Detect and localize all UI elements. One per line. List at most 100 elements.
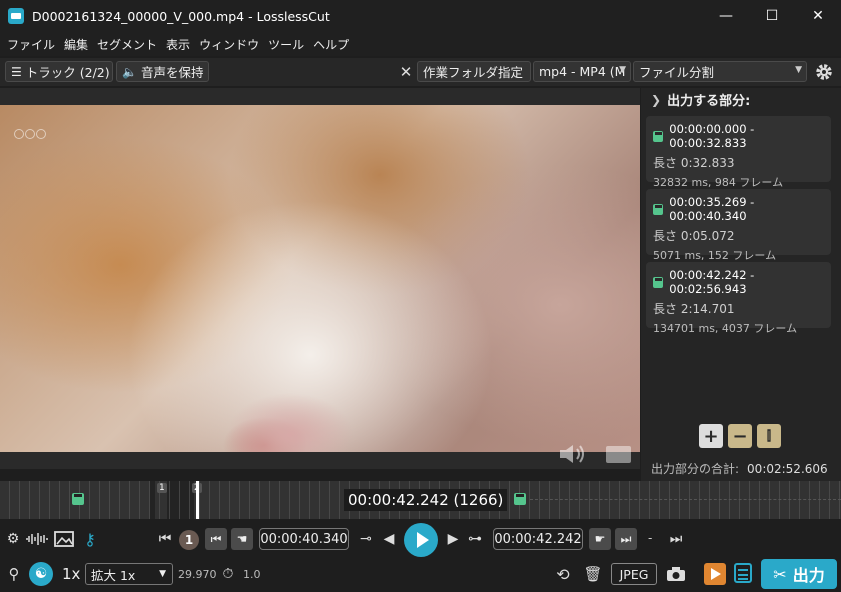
export-button[interactable]: ✂ 出力 bbox=[761, 559, 837, 589]
format-value: mp4 - MP4 (M bbox=[539, 64, 626, 79]
list-icon: ☰ bbox=[11, 64, 22, 79]
menu-window[interactable]: ウィンドウ bbox=[196, 36, 262, 53]
segment-marker[interactable]: 1 bbox=[157, 483, 167, 493]
segment-range: 00:00:35.269 - 00:00:40.340 bbox=[669, 195, 755, 223]
menu-help[interactable]: ヘルプ bbox=[310, 36, 352, 53]
menu-edit[interactable]: 編集 bbox=[61, 36, 91, 53]
chevron-down-icon: ▼ bbox=[619, 65, 626, 75]
scissors-icon: ✂ bbox=[773, 564, 787, 584]
zoom-value: 拡大 1x bbox=[91, 567, 136, 583]
set-cut-end-hand-icon[interactable]: ☛ bbox=[589, 528, 611, 550]
volume-icon[interactable] bbox=[558, 443, 586, 465]
jump-end-icon[interactable]: ⏭ bbox=[669, 530, 683, 548]
tracks-label: トラック (2/2) bbox=[25, 65, 110, 80]
split-segment-icon[interactable]: ⫿ bbox=[757, 424, 781, 448]
export-label: 出力 bbox=[792, 566, 825, 585]
dash: - bbox=[648, 531, 653, 545]
menu-tools[interactable]: ツール bbox=[265, 36, 307, 53]
chevron-down-icon: ▼ bbox=[159, 569, 166, 579]
subtitles-icon[interactable] bbox=[606, 446, 631, 463]
remove-segment-minus-icon[interactable]: − bbox=[728, 424, 752, 448]
segment-frames: 134701 ms, 4037 フレーム bbox=[653, 322, 798, 335]
segment-range: 00:00:00.000 - 00:00:32.833 bbox=[669, 122, 755, 150]
trash-icon[interactable]: 🗑 bbox=[583, 564, 603, 584]
working-dir-button[interactable]: 作業フォルダ指定 bbox=[417, 61, 531, 82]
camera-icon[interactable] bbox=[665, 564, 687, 584]
settings-gear-icon[interactable] bbox=[813, 61, 835, 83]
menu-view[interactable]: 表示 bbox=[163, 36, 193, 53]
cut-end-input[interactable]: 00:00:42.242 bbox=[493, 528, 583, 550]
watermark-logo bbox=[14, 129, 62, 157]
video-player[interactable] bbox=[0, 88, 640, 469]
jump-cut-start-icon[interactable]: ⏮ bbox=[205, 528, 227, 550]
menu-bar: ファイル 編集 セグメント 表示 ウィンドウ ツール ヘルプ bbox=[0, 32, 841, 56]
segment-item[interactable]: 00:00:42.242 - 00:02:56.943 長さ 2:14.701 … bbox=[646, 262, 831, 335]
image-icon[interactable] bbox=[53, 529, 75, 549]
segment-range: 00:00:42.242 - 00:02:56.943 bbox=[669, 268, 755, 296]
video-frame bbox=[0, 105, 640, 452]
save-icon bbox=[514, 493, 526, 505]
jump-start-icon[interactable]: ⏮ bbox=[158, 530, 172, 548]
mode-value: ファイル分割 bbox=[639, 65, 715, 80]
clear-icon[interactable]: ✕ bbox=[398, 62, 414, 82]
key-icon[interactable]: ⚷ bbox=[80, 529, 100, 549]
close-button[interactable]: ✕ bbox=[795, 0, 841, 32]
yinyang-icon[interactable]: ☯ bbox=[29, 562, 53, 586]
window-controls: — ☐ ✕ bbox=[703, 0, 841, 32]
calendar-icon[interactable] bbox=[734, 563, 752, 583]
keep-audio-label: 音声を保持 bbox=[140, 65, 204, 80]
title-bar: D0002161324_00000_V_000.mp4 - LosslessCu… bbox=[0, 0, 841, 32]
keyframe-back-icon[interactable]: ⊸ bbox=[355, 530, 377, 548]
keyframe-forward-icon[interactable]: ⊶ bbox=[464, 530, 486, 548]
menu-file[interactable]: ファイル bbox=[4, 36, 58, 53]
fps-value: 29.970 bbox=[178, 568, 217, 581]
speed-label[interactable]: 1x bbox=[62, 565, 80, 583]
segments-title: 出力する部分: bbox=[667, 94, 751, 109]
tracks-button[interactable]: ☰ トラック (2/2) bbox=[5, 61, 113, 82]
segments-header[interactable]: ❯ 出力する部分: bbox=[651, 90, 751, 110]
segments-total: 出力部分の合計: 00:02:52.606 bbox=[651, 460, 828, 477]
save-icon bbox=[653, 130, 664, 142]
play-orange-icon[interactable] bbox=[704, 563, 726, 585]
format-select[interactable]: mp4 - MP4 (M ▼ bbox=[533, 61, 631, 82]
person-icon[interactable]: ⚲ bbox=[4, 564, 24, 584]
add-segment-plus-icon[interactable]: + bbox=[699, 424, 723, 448]
segment-item[interactable]: 00:00:35.269 - 00:00:40.340 長さ 0:05.072 … bbox=[646, 189, 831, 262]
segment-tools: + − ⫿ bbox=[699, 424, 781, 448]
chevron-down-icon: ▼ bbox=[795, 65, 802, 75]
speaker-icon: 🔈 bbox=[122, 64, 137, 79]
playback-controls: ⚙ ⚷ ⏮ 1 ⏮ ☚ 00:00:40.340 ⊸ ◀ ▶ ⊶ 00:00:4… bbox=[0, 521, 841, 557]
step-back-icon[interactable]: ◀ bbox=[382, 530, 396, 548]
capture-format-button[interactable]: JPEG bbox=[611, 563, 657, 585]
waveform-icon[interactable] bbox=[25, 530, 49, 548]
step-forward-icon[interactable]: ▶ bbox=[446, 530, 460, 548]
save-icon bbox=[653, 203, 664, 215]
total-label: 出力部分の合計: bbox=[651, 462, 740, 476]
segment-length: 長さ 0:32.833 bbox=[653, 156, 735, 170]
timeline-dash bbox=[530, 499, 841, 500]
rotate-icon[interactable]: ⟲ bbox=[553, 564, 573, 584]
timer-icon[interactable]: ⏱ bbox=[219, 565, 237, 583]
app-icon bbox=[8, 8, 24, 24]
gear-small-icon[interactable]: ⚙ bbox=[4, 530, 22, 548]
play-button[interactable] bbox=[404, 523, 438, 557]
menu-segment[interactable]: セグメント bbox=[94, 36, 160, 53]
minimize-button[interactable]: — bbox=[703, 0, 749, 32]
jump-cut-end-icon[interactable]: ⏭ bbox=[615, 528, 637, 550]
chevron-right-icon: ❯ bbox=[651, 92, 662, 107]
keep-audio-button[interactable]: 🔈 音声を保持 bbox=[116, 61, 209, 82]
segment-number[interactable]: 1 bbox=[179, 530, 199, 550]
top-toolbar: ☰ トラック (2/2) 🔈 音声を保持 ✕ 作業フォルダ指定 mp4 - MP… bbox=[0, 58, 841, 86]
segment-item[interactable]: 00:00:00.000 - 00:00:32.833 長さ 0:32.833 … bbox=[646, 116, 831, 189]
maximize-button[interactable]: ☐ bbox=[749, 0, 795, 32]
cut-start-input[interactable]: 00:00:40.340 bbox=[259, 528, 349, 550]
zoom-select[interactable]: 拡大 1x ▼ bbox=[85, 563, 173, 585]
rate-value: 1.0 bbox=[243, 568, 261, 581]
mode-select[interactable]: ファイル分割 ▼ bbox=[633, 61, 807, 82]
set-cut-start-hand-icon[interactable]: ☚ bbox=[231, 528, 253, 550]
current-time: 00:00:42.242 (1266) bbox=[344, 489, 508, 511]
segments-panel: ❯ 出力する部分: 00:00:00.000 - 00:00:32.833 長さ… bbox=[641, 88, 841, 481]
segment-length: 長さ 2:14.701 bbox=[653, 302, 735, 316]
timeline-overlay: 1 2 00:00:42.242 (1266) bbox=[0, 481, 841, 519]
playhead[interactable] bbox=[196, 481, 199, 519]
